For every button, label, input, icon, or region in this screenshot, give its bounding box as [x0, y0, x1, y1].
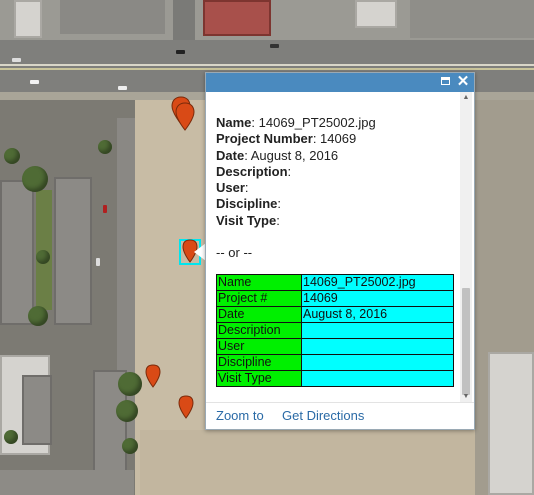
maximize-icon[interactable] — [438, 74, 454, 90]
close-icon[interactable]: ✕ — [455, 74, 471, 90]
table-value — [301, 370, 454, 387]
separator-text: -- or -- — [216, 245, 253, 261]
table-value — [301, 338, 454, 355]
building — [54, 177, 92, 325]
parking-lot — [60, 0, 165, 34]
building — [488, 352, 534, 495]
attribute-row: Discipline: — [216, 196, 282, 212]
attribute-row: Description: — [216, 163, 292, 179]
tree — [116, 400, 138, 422]
table-key: Description — [216, 322, 302, 339]
attribute-label: Discipline — [216, 196, 278, 212]
popup-actions: Zoom to Get Directions — [206, 402, 474, 429]
car — [118, 86, 127, 90]
car — [103, 205, 107, 213]
attribute-row: Project Number: 14069 — [216, 131, 357, 147]
table-row: Name 14069_PT25002.jpg — [216, 274, 454, 291]
table-row: Description — [216, 322, 454, 339]
attribute-label: Visit Type — [216, 212, 277, 228]
map-block — [173, 0, 195, 40]
tree — [36, 250, 50, 264]
building — [203, 0, 271, 36]
table-value: 14069 — [301, 290, 454, 307]
building — [22, 375, 52, 445]
get-directions-link[interactable]: Get Directions — [282, 408, 364, 423]
table-row: Discipline — [216, 354, 454, 371]
table-row: Date August 8, 2016 — [216, 306, 454, 323]
tree — [4, 430, 18, 444]
map-block — [0, 470, 134, 495]
building — [355, 0, 397, 28]
parking-lot — [410, 0, 534, 38]
attribute-label: User — [216, 180, 245, 196]
building — [14, 0, 42, 38]
attribute-value: 14069 — [316, 131, 357, 147]
scrollbar-thumb[interactable] — [462, 288, 470, 395]
table-key: Discipline — [216, 354, 302, 371]
table-value: 14069_PT25002.jpg — [301, 274, 454, 291]
road-marking — [0, 68, 534, 70]
map-pin-marker[interactable] — [174, 102, 196, 132]
car — [96, 258, 100, 266]
map-pin-marker[interactable] — [175, 394, 197, 424]
car — [12, 58, 21, 62]
table-key: Project # — [216, 290, 302, 307]
car — [270, 44, 279, 48]
attribute-table: Name 14069_PT25002.jpg Project #14069 Dat… — [216, 274, 454, 387]
attribute-row: Name: 14069_PT25002.jpg — [216, 115, 376, 130]
table-key: User — [216, 338, 302, 355]
car — [176, 50, 185, 54]
building — [0, 180, 34, 325]
zoom-to-link[interactable]: Zoom to — [216, 408, 264, 423]
attribute-row: Date: August 8, 2016 — [216, 147, 339, 163]
vacant-lot — [140, 430, 485, 495]
attribute-row: User: — [216, 180, 249, 196]
info-popup: ✕ Name: 14069_PT25002.jpg Project Number… — [205, 72, 475, 430]
table-value — [301, 354, 454, 371]
attribute-value: 14069_PT25002.jpg — [255, 115, 376, 130]
attribute-value: August 8, 2016 — [247, 147, 339, 163]
attribute-row: Visit Type: — [216, 212, 280, 228]
attribute-label: Description — [216, 163, 288, 179]
attribute-list: Name: 14069_PT25002.jpg Project Number: … — [216, 115, 460, 261]
popup-header: ✕ — [206, 73, 474, 92]
table-key: Name — [216, 274, 302, 291]
table-row: User — [216, 338, 454, 355]
tree — [98, 140, 112, 154]
road-marking — [0, 64, 534, 66]
attribute-label: Date — [216, 147, 245, 163]
attribute-label: Name — [216, 115, 252, 130]
table-row: Project #14069 — [216, 290, 454, 307]
tree — [22, 166, 48, 192]
tree — [118, 372, 142, 396]
scroll-up-arrow-icon[interactable]: ▲ — [460, 92, 472, 104]
table-key: Visit Type — [216, 370, 302, 387]
tree — [4, 148, 20, 164]
car — [30, 80, 39, 84]
table-value: August 8, 2016 — [301, 306, 454, 323]
table-key: Date — [216, 306, 302, 323]
tree — [28, 306, 48, 326]
tree — [122, 438, 138, 454]
popup-content: Name: 14069_PT25002.jpg Project Number: … — [206, 92, 460, 403]
attribute-label: Project Number — [216, 131, 313, 147]
map-pin-marker[interactable] — [142, 363, 164, 393]
popup-scrollbar[interactable]: ▲ ▼ — [460, 92, 472, 403]
table-row: Visit Type — [216, 370, 454, 387]
table-value — [301, 322, 454, 339]
